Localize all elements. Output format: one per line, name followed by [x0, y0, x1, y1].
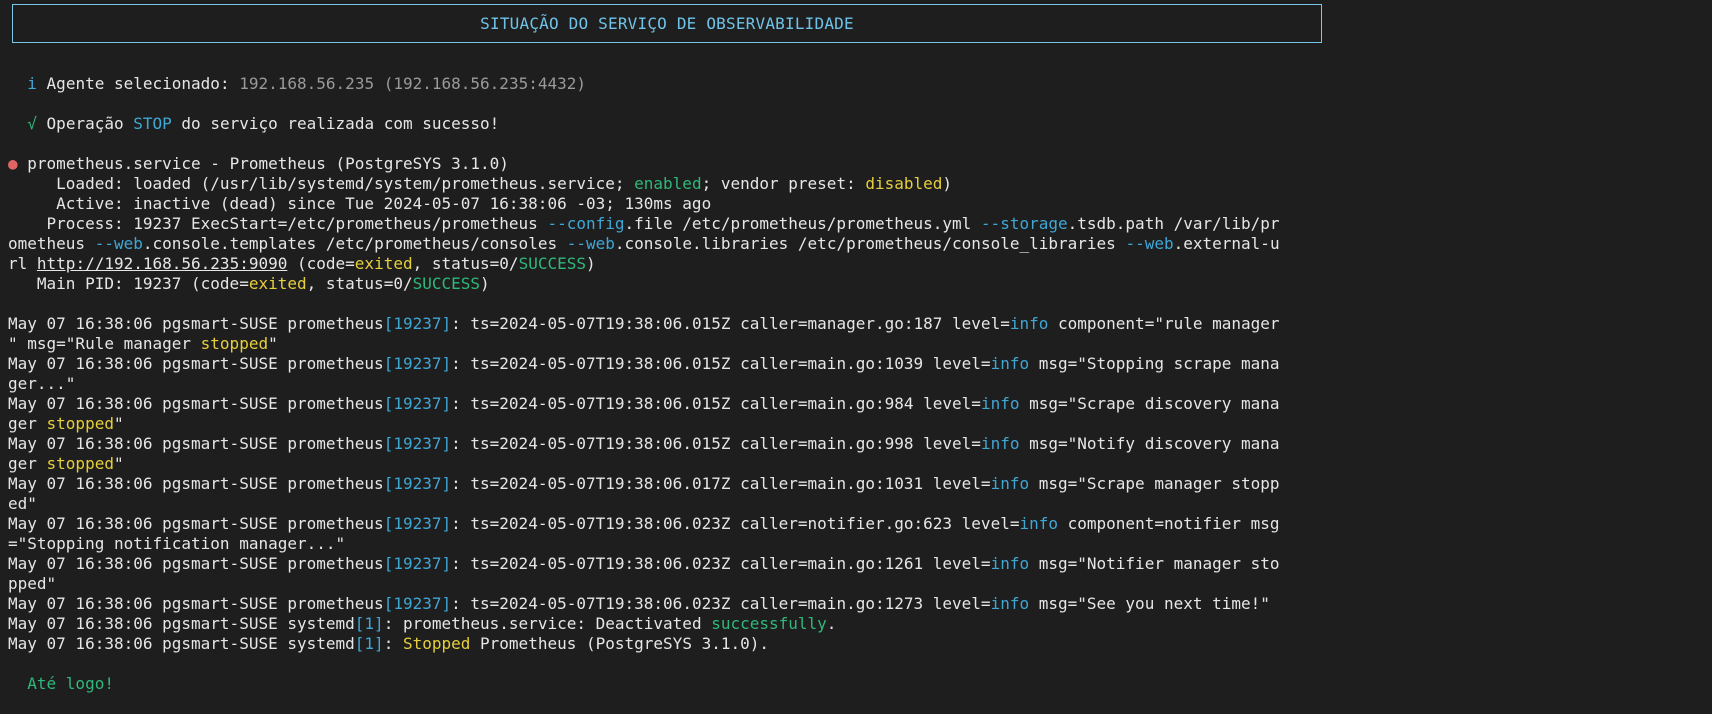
unit-line: ● prometheus.service - Prometheus (Postg… — [8, 154, 1330, 174]
agent-line: i Agente selecionado: 192.168.56.235 (19… — [8, 74, 1330, 94]
log-line: May 07 16:38:06 pgsmart-SUSE prometheus[… — [8, 354, 1280, 373]
agent-label: Agente selecionado: — [46, 74, 230, 93]
process-line-1: Process: 19237 ExecStart=/etc/prometheus… — [8, 214, 1280, 233]
log-line: ger..." — [8, 374, 76, 393]
check-icon: √ — [27, 114, 37, 133]
log-line: May 07 16:38:06 pgsmart-SUSE systemd[1]:… — [8, 614, 837, 633]
log-line: May 07 16:38:06 pgsmart-SUSE prometheus[… — [8, 514, 1280, 533]
log-line: pped" — [8, 574, 57, 593]
loaded-line: Loaded: loaded (/usr/lib/systemd/system/… — [8, 174, 953, 193]
status-dot-icon: ● — [8, 154, 18, 173]
log-line: " msg="Rule manager stopped" — [8, 334, 278, 353]
log-line: May 07 16:38:06 pgsmart-SUSE prometheus[… — [8, 554, 1280, 573]
unit-name: prometheus.service - Prometheus (Postgre… — [27, 154, 509, 173]
mainpid-line: Main PID: 19237 (code=exited, status=0/S… — [8, 274, 490, 293]
info-icon: i — [27, 74, 37, 93]
header-box: SITUAÇÃO DO SERVIÇO DE OBSERVABILIDADE — [12, 4, 1322, 43]
log-line: May 07 16:38:06 pgsmart-SUSE systemd[1]:… — [8, 634, 770, 653]
log-line: ger stopped" — [8, 414, 124, 433]
log-line: ger stopped" — [8, 454, 124, 473]
operation-name: STOP — [133, 114, 172, 133]
farewell-line: Até logo! — [27, 674, 114, 693]
operation-line: √ Operação STOP do serviço realizada com… — [27, 114, 500, 133]
log-line: May 07 16:38:06 pgsmart-SUSE prometheus[… — [8, 594, 1270, 613]
log-line: May 07 16:38:06 pgsmart-SUSE prometheus[… — [8, 314, 1280, 333]
terminal-output: i Agente selecionado: 192.168.56.235 (19… — [8, 74, 1330, 694]
log-line: ed" — [8, 494, 37, 513]
log-line: May 07 16:38:06 pgsmart-SUSE prometheus[… — [8, 394, 1280, 413]
prometheus-url-link[interactable]: http://192.168.56.235:9090 — [37, 254, 287, 273]
process-line-2: ometheus --web.console.templates /etc/pr… — [8, 234, 1280, 253]
active-line: Active: inactive (dead) since Tue 2024-0… — [8, 194, 712, 213]
log-line: ="Stopping notification manager..." — [8, 534, 346, 553]
log-line: May 07 16:38:06 pgsmart-SUSE prometheus[… — [8, 474, 1280, 493]
log-line: May 07 16:38:06 pgsmart-SUSE prometheus[… — [8, 434, 1280, 453]
agent-value: 192.168.56.235 (192.168.56.235:4432) — [239, 74, 586, 93]
terminal-window: SITUAÇÃO DO SERVIÇO DE OBSERVABILIDADE i… — [0, 0, 1712, 714]
page-title: SITUAÇÃO DO SERVIÇO DE OBSERVABILIDADE — [480, 14, 854, 33]
process-line-3: rl http://192.168.56.235:9090 (code=exit… — [8, 254, 596, 273]
